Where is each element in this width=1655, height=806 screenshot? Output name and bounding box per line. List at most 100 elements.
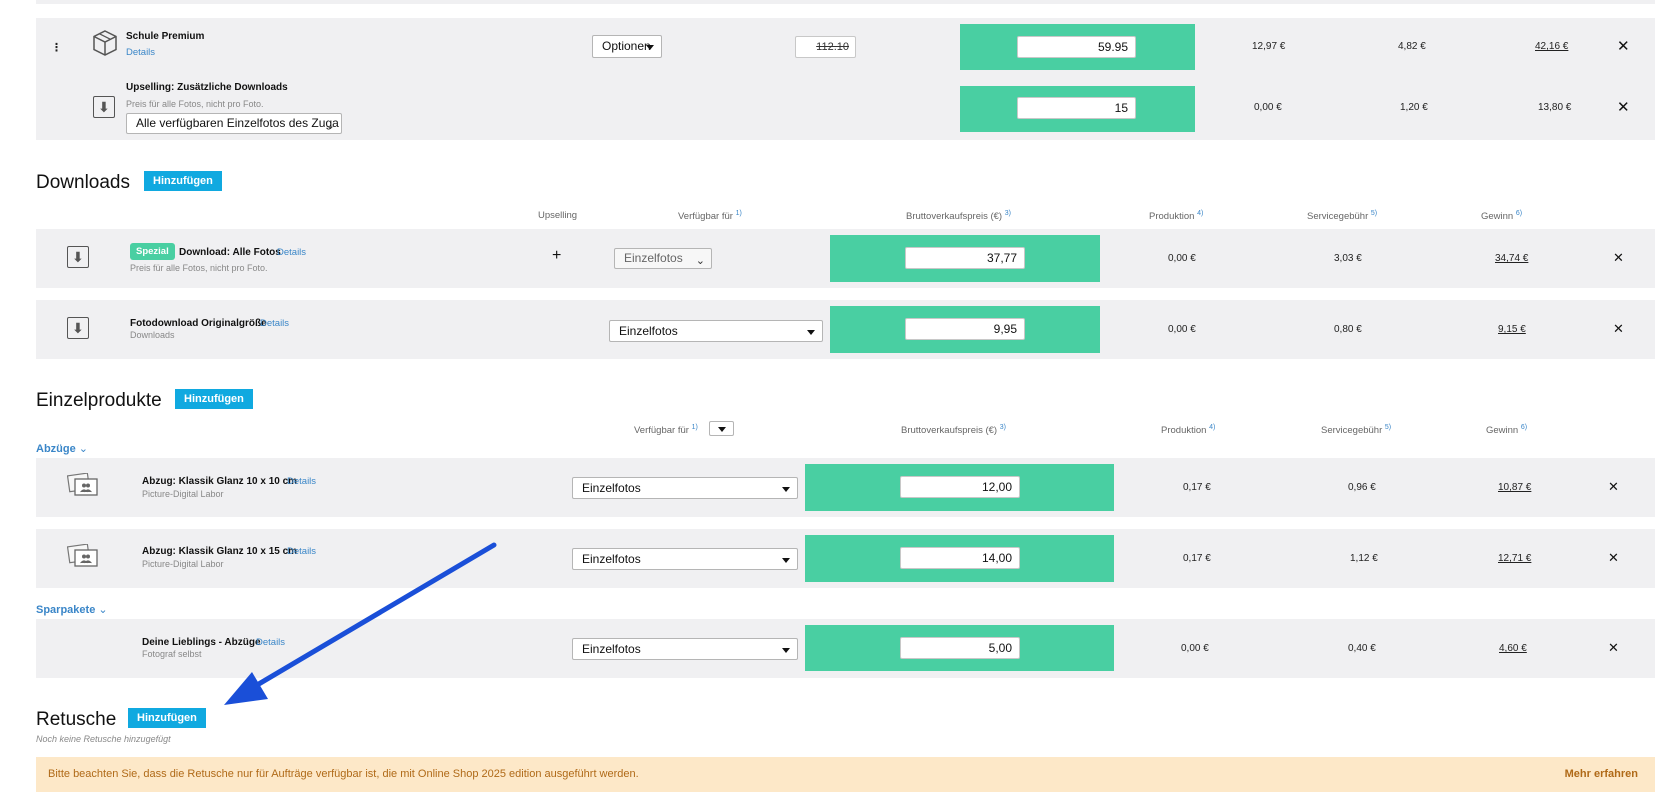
production-cost: 0,17 € [1183,553,1211,564]
production-cost: 0,00 € [1168,253,1196,264]
photo-print-icon [67,544,98,567]
bulk-available-for-dropdown[interactable] [709,421,734,436]
add-download-button[interactable]: Hinzufügen [144,171,222,191]
options-dropdown[interactable]: Optionen [592,35,662,58]
header-label: Produktion [1161,425,1207,437]
close-icon[interactable]: ✕ [1613,251,1624,264]
service-fee: 4,82 € [1398,41,1426,52]
header-label: Gewinn [1481,211,1514,223]
caret-down-icon [646,45,654,50]
close-icon[interactable]: ✕ [1613,322,1624,335]
group-toggle-abzuege[interactable]: Abzüge ⌄ [36,442,88,455]
service-fee: 0,80 € [1334,324,1362,335]
footnote-marker[interactable]: 1) [692,424,698,431]
close-icon[interactable]: ✕ [1617,39,1630,54]
column-header-production: Produktion 4) [1161,424,1215,436]
available-for-select[interactable]: Einzelfotos [572,548,798,570]
close-icon[interactable]: ✕ [1608,551,1619,564]
close-icon[interactable]: ✕ [1617,100,1630,115]
section-title-retusche: Retusche [36,709,117,730]
price-input[interactable]: 14,00 [900,547,1020,569]
available-for-select[interactable]: Einzelfotos [572,477,798,499]
available-for-select[interactable]: Einzelfotos ⌄ [614,248,712,269]
header-label: Produktion [1149,211,1195,223]
header-label: Servicegebühr [1321,425,1383,437]
drag-handle-icon[interactable]: ⋮ [51,43,62,54]
upselling-subtitle: Preis für alle Fotos, nicht pro Foto. [126,99,264,109]
product-details-link[interactable]: Details [256,637,285,648]
profit-value: 13,80 € [1538,102,1572,113]
footnote-marker[interactable]: 6) [1521,424,1527,431]
price-input[interactable]: 5,00 [900,637,1020,659]
chevron-down-icon: ⌄ [75,443,89,455]
download-details-link[interactable]: Details [260,318,289,329]
package-title: Schule Premium [126,31,205,42]
close-icon[interactable]: ✕ [1608,480,1619,493]
production-cost: 0,00 € [1168,324,1196,335]
profit-value[interactable]: 10,87 € [1498,482,1531,493]
footnote-marker[interactable]: 5) [1385,424,1391,431]
product-details-link[interactable]: Details [287,476,316,487]
footnote-marker[interactable]: 1) [736,210,742,217]
chevron-down-icon: ⌄ [95,604,108,616]
profit-value[interactable]: 4,60 € [1499,643,1527,654]
column-header-available-for: Verfügbar für 1) [678,210,742,222]
footnote-marker[interactable]: 3) [1000,424,1006,431]
download-icon: ⬇ [67,246,89,268]
product-title: Deine Lieblings - Abzüge [142,637,261,648]
available-for-select[interactable]: Einzelfotos [609,320,823,342]
header-label: Verfügbar für [634,425,689,437]
available-for-value: Einzelfotos [582,642,641,656]
group-label: Abzüge [36,443,76,455]
profit-value[interactable]: 12,71 € [1498,553,1531,564]
available-for-select[interactable]: Einzelfotos [572,638,798,660]
product-details-link[interactable]: Details [287,546,316,557]
caret-down-icon [807,330,815,335]
learn-more-link[interactable]: Mehr erfahren [1565,768,1638,780]
add-retouch-button[interactable]: Hinzufügen [128,708,206,728]
available-for-value: Einzelfotos [619,324,678,338]
package-details-link[interactable]: Details [126,47,155,58]
upselling-add-icon[interactable]: + [552,248,561,264]
column-header-gross-price: Bruttoverkaufspreis (€) 3) [901,424,1006,436]
price-input[interactable]: 9,95 [905,318,1025,340]
caret-down-icon [782,558,790,563]
upselling-scope-select[interactable]: Alle verfügbaren Einzelfotos des Zuga ⌄ [126,113,342,134]
footnote-marker[interactable]: 6) [1516,210,1522,217]
column-header-service-fee: Servicegebühr 5) [1307,210,1377,222]
column-header-gross-price: Bruttoverkaufspreis (€) 3) [906,210,1011,222]
original-price: 112.10 [816,41,849,53]
caret-down-icon [782,648,790,653]
product-title: Abzug: Klassik Glanz 10 x 10 cm [142,476,298,487]
retusche-notice-banner: Bitte beachten Sie, dass die Retusche nu… [36,757,1655,792]
add-product-button[interactable]: Hinzufügen [175,389,253,409]
download-details-link[interactable]: Details [277,247,306,258]
retusche-empty-text: Noch keine Retusche hinzugefügt [36,734,171,744]
production-cost: 0,17 € [1183,482,1211,493]
footnote-marker[interactable]: 3) [1005,210,1011,217]
price-input[interactable]: 37,77 [905,247,1025,269]
available-for-value: Einzelfotos [582,481,641,495]
header-label: Servicegebühr [1307,211,1369,223]
footnote-marker[interactable]: 4) [1197,210,1203,217]
notice-text: Bitte beachten Sie, dass die Retusche nu… [48,768,639,780]
footnote-marker[interactable]: 4) [1209,424,1215,431]
group-toggle-sparpakete[interactable]: Sparpakete ⌄ [36,603,108,616]
production-cost: 0,00 € [1254,102,1282,113]
profit-value[interactable]: 42,16 € [1535,41,1568,52]
product-title: Abzug: Klassik Glanz 10 x 15 cm [142,546,298,557]
available-for-value: Einzelfotos [624,251,683,265]
close-icon[interactable]: ✕ [1608,641,1619,654]
price-input[interactable]: 59.95 [1017,36,1136,58]
profit-value[interactable]: 9,15 € [1498,324,1526,335]
profit-value[interactable]: 34,74 € [1495,253,1528,264]
price-input[interactable]: 12,00 [900,476,1020,498]
price-input[interactable]: 15 [1017,97,1136,119]
column-header-profit: Gewinn 6) [1481,210,1522,222]
section-title-einzelprodukte: Einzelprodukte [36,390,162,411]
footnote-marker[interactable]: 5) [1371,210,1377,217]
column-header-available-for: Verfügbar für 1) [634,424,698,436]
group-label: Sparpakete [36,604,96,616]
header-label: Bruttoverkaufspreis (€) [906,211,1003,223]
download-icon: ⬇ [93,96,115,118]
